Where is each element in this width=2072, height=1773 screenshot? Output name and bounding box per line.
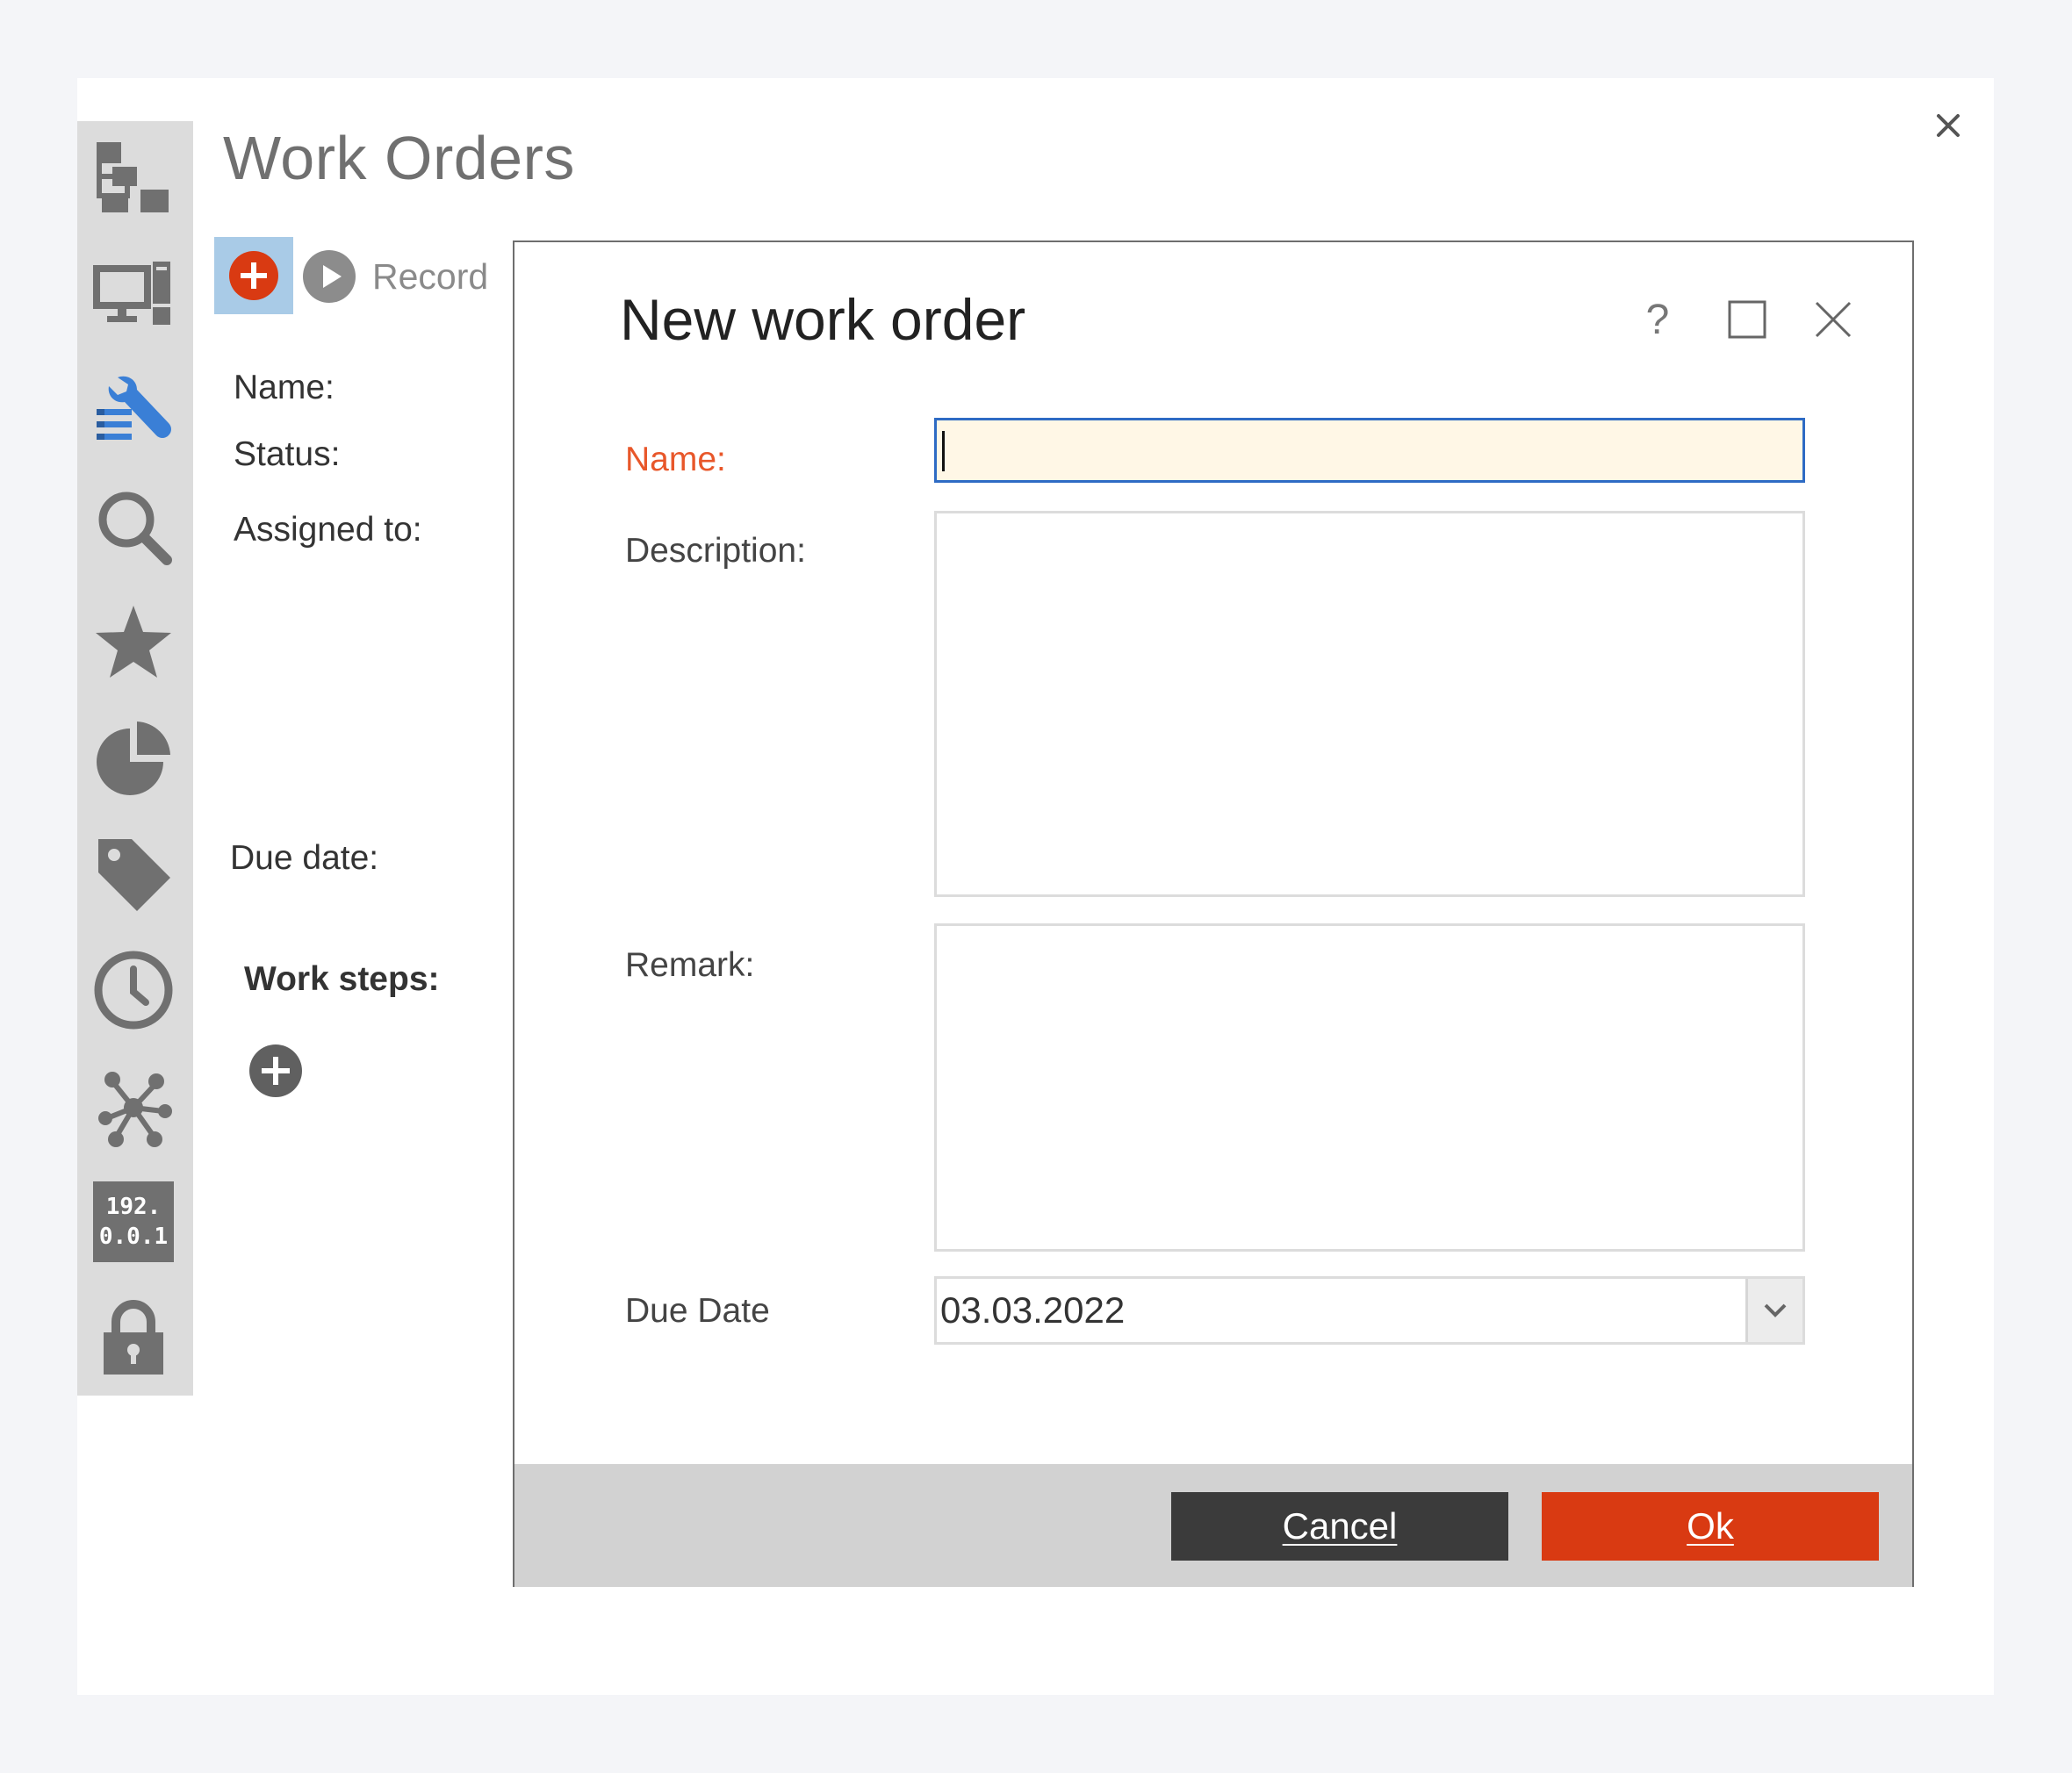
search-icon (98, 492, 172, 565)
remark-field[interactable] (934, 923, 1805, 1252)
ok-button[interactable]: Ok (1542, 1492, 1879, 1561)
sidebar-item-search[interactable] (88, 481, 179, 572)
dialog-close-button[interactable] (1805, 291, 1861, 348)
pie-chart-icon (97, 721, 170, 795)
description-textarea[interactable] (937, 513, 1802, 894)
name-field-label: Name: (625, 441, 726, 478)
ip-address-icon: 192. 0.0.1 (93, 1181, 174, 1262)
tag-icon (98, 839, 170, 911)
ip-icon-text-line1: 192. (105, 1194, 162, 1220)
due-date-label: Due date: (230, 839, 379, 877)
description-field[interactable] (934, 511, 1805, 897)
remark-field-label: Remark: (625, 946, 755, 984)
sidebar-item-reports[interactable] (88, 713, 179, 804)
assigned-to-label: Assigned to: (234, 511, 422, 549)
status-label: Status: (234, 435, 341, 473)
date-dropdown-button[interactable] (1745, 1279, 1802, 1342)
sidebar-item-favorites[interactable] (88, 597, 179, 688)
star-icon (96, 606, 171, 678)
clock-icon (94, 951, 173, 1030)
record-label: Record (372, 255, 489, 297)
cancel-button[interactable]: Cancel (1171, 1492, 1508, 1561)
plus-circle-icon (249, 1044, 302, 1097)
close-icon (1815, 301, 1852, 338)
sidebar-item-network[interactable] (88, 1060, 179, 1152)
hierarchy-icon (97, 142, 169, 212)
sidebar-item-security[interactable] (88, 1292, 179, 1383)
help-icon: ? (1645, 296, 1670, 343)
sidebar-item-tags[interactable] (88, 829, 179, 920)
name-input[interactable] (937, 420, 1802, 480)
close-icon (1937, 114, 1960, 137)
record-button[interactable]: Record (302, 248, 488, 305)
plus-circle-icon (229, 251, 278, 300)
lock-icon (104, 1300, 163, 1375)
due-date-field-label: Due Date (625, 1292, 770, 1330)
sidebar-item-devices[interactable] (88, 249, 179, 341)
description-field-label: Description: (625, 532, 806, 570)
sidebar-item-history[interactable] (88, 944, 179, 1036)
remark-textarea[interactable] (937, 926, 1802, 1249)
work-steps-heading: Work steps: (244, 960, 440, 998)
chevron-down-icon (1764, 1303, 1787, 1317)
ip-icon-text-line2: 0.0.1 (98, 1224, 169, 1250)
new-work-order-dialog: New work order ? Name: Description: Rema… (513, 240, 1914, 1587)
help-button[interactable]: ? (1630, 291, 1686, 348)
sidebar-item-ip-addresses[interactable]: 192. 0.0.1 (88, 1176, 179, 1267)
name-field[interactable] (934, 418, 1805, 483)
play-icon (303, 250, 356, 303)
add-work-step-button[interactable] (248, 1043, 304, 1099)
window-close-button[interactable] (1926, 104, 1970, 147)
name-label: Name: (234, 369, 335, 406)
maximize-icon (1728, 300, 1766, 339)
devices-icon (93, 262, 170, 325)
due-date-picker[interactable]: 03.03.2022 (934, 1276, 1805, 1345)
add-work-order-button[interactable] (214, 237, 293, 314)
due-date-value[interactable]: 03.03.2022 (937, 1279, 1745, 1342)
sidebar-item-work-orders[interactable] (88, 365, 179, 456)
dialog-title: New work order (620, 287, 1026, 352)
page-title: Work Orders (223, 124, 575, 192)
maximize-button[interactable] (1719, 291, 1775, 348)
wrench-list-icon (97, 376, 171, 440)
network-icon (98, 1072, 172, 1147)
text-cursor (942, 431, 945, 471)
sidebar-item-hierarchy[interactable] (88, 133, 179, 225)
